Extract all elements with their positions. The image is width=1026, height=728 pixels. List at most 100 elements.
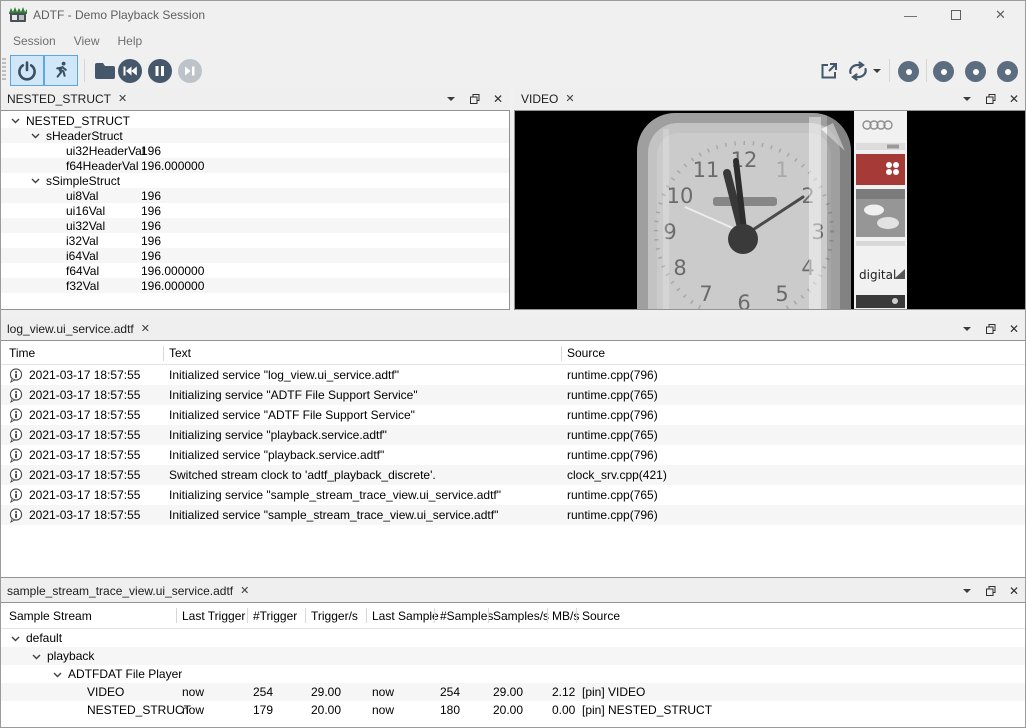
stream-tree-row[interactable]: ADTFDAT File Player [1,665,1025,683]
log-row[interactable]: 2021-03-17 18:57:55 Initialized service … [1,365,1025,385]
open-file-button[interactable] [88,55,122,86]
column-header-time[interactable]: Time [9,346,35,360]
close-button[interactable]: ✕ [978,0,1023,30]
dock-close-button[interactable]: ✕ [1005,88,1023,110]
log-row[interactable]: 2021-03-17 18:57:55 Initializing service… [1,425,1025,445]
marker-button-2[interactable] [933,61,954,82]
tree-row[interactable]: f64Val 196.000000 [1,263,509,278]
tree-row[interactable]: sSimpleStruct [1,173,509,188]
maximize-button[interactable] [933,0,978,30]
dock-float-button[interactable] [982,88,1000,110]
step-forward-button[interactable] [178,59,202,83]
power-toggle-button[interactable] [10,55,44,86]
dock-float-button[interactable] [982,318,1000,340]
tree-row[interactable]: ui32HeaderVal 196 [1,143,509,158]
dock-menu-button[interactable] [958,88,976,110]
log-row[interactable]: 2021-03-17 18:57:55 Initializing service… [1,385,1025,405]
tree-row[interactable]: ui16Val 196 [1,203,509,218]
column-header-last-sample[interactable]: Last Sample [372,609,439,623]
tree-row[interactable]: i64Val 196 [1,248,509,263]
marker-button-1[interactable] [898,61,919,82]
run-session-button[interactable] [44,55,78,86]
log-table-header[interactable]: Time Text Source [1,341,1025,365]
column-separator[interactable] [561,346,562,361]
marker-button-3[interactable] [965,61,986,82]
tab-close-icon[interactable]: ✕ [118,94,127,105]
tree-row[interactable]: i32Val 196 [1,233,509,248]
expand-chevron-icon[interactable] [31,131,40,140]
log-row[interactable]: 2021-03-17 18:57:55 Initialized service … [1,445,1025,465]
marker-button-4[interactable] [997,61,1018,82]
stream-tree-row[interactable]: NESTED_STRUCT now 179 20.00 now 180 20.0… [1,701,1025,719]
column-header-samples[interactable]: #Samples [440,609,493,623]
dock-close-button[interactable]: ✕ [1005,318,1023,340]
column-separator[interactable] [434,608,435,623]
loop-button[interactable] [845,55,871,86]
tree-row[interactable]: NESTED_STRUCT [1,113,509,128]
column-separator[interactable] [176,608,177,623]
tab-log-view[interactable]: log_view.ui_service.adtf ✕ [0,319,157,340]
dock-menu-button[interactable] [958,580,976,602]
column-header-source[interactable]: Source [582,609,620,623]
log-row[interactable]: 2021-03-17 18:57:55 Initializing service… [1,485,1025,505]
expand-chevron-icon[interactable] [31,176,40,185]
tab-close-icon[interactable]: ✕ [240,586,249,597]
menu-view[interactable]: View [65,31,109,51]
log-row[interactable]: 2021-03-17 18:57:55 Initialized service … [1,405,1025,425]
tree-row[interactable]: f64HeaderVal 196.000000 [1,158,509,173]
column-header-source[interactable]: Source [567,346,605,360]
expand-chevron-icon[interactable] [11,116,20,125]
dock-menu-button[interactable] [958,318,976,340]
column-separator[interactable] [247,608,248,623]
tab-nested-struct[interactable]: NESTED_STRUCT ✕ [0,89,134,110]
log-time: 2021-03-17 18:57:55 [29,508,140,522]
column-separator[interactable] [576,608,577,623]
tree-row[interactable]: sHeaderStruct [1,128,509,143]
expand-chevron-icon[interactable] [32,652,41,661]
trace-table-header[interactable]: Sample Stream Last Trigger #Trigger Trig… [1,603,1025,629]
expand-chevron-icon[interactable] [53,670,62,679]
dock-float-button[interactable] [982,580,1000,602]
horizontal-splitter[interactable] [0,310,1026,318]
tree-row[interactable]: ui32Val 196 [1,218,509,233]
dock-close-button[interactable]: ✕ [489,88,507,110]
skip-to-start-button[interactable] [118,59,142,83]
column-header-samples-s[interactable]: Samples/s [493,609,549,623]
loop-dropdown-button[interactable] [870,55,884,86]
column-separator[interactable] [366,608,367,623]
log-row[interactable]: 2021-03-17 18:57:55 Switched stream cloc… [1,465,1025,485]
column-separator[interactable] [163,346,164,361]
column-header-text[interactable]: Text [169,346,191,360]
column-header-trigger-s[interactable]: Trigger/s [311,609,358,623]
column-header-sample-stream[interactable]: Sample Stream [9,609,92,623]
tree-row[interactable]: f32Val 196.000000 [1,278,509,293]
tree-row[interactable]: ui8Val 196 [1,188,509,203]
tab-close-icon[interactable]: ✕ [565,94,574,105]
tree-label: sSimpleStruct [46,174,120,188]
column-separator[interactable] [547,608,548,623]
tab-sample-stream-trace[interactable]: sample_stream_trace_view.ui_service.adtf… [0,581,256,602]
pause-button[interactable] [148,59,172,83]
column-separator[interactable] [305,608,306,623]
stream-tree-row[interactable]: default [1,629,1025,647]
tree-value: 196 [141,144,161,158]
log-row[interactable]: 2021-03-17 18:57:55 Initialized service … [1,505,1025,525]
tab-close-icon[interactable]: ✕ [141,324,150,335]
export-button[interactable] [815,55,843,86]
menu-session[interactable]: Session [4,31,65,51]
tab-video[interactable]: VIDEO ✕ [514,89,582,110]
dock-close-button[interactable]: ✕ [1005,580,1023,602]
column-header-trigger[interactable]: #Trigger [253,609,297,623]
expand-chevron-icon[interactable] [11,634,20,643]
column-header-last-trigger[interactable]: Last Trigger [182,609,245,623]
stream-tree-row[interactable]: playback [1,647,1025,665]
log-time: 2021-03-17 18:57:55 [29,388,140,402]
dock-float-button[interactable] [466,88,484,110]
menu-help[interactable]: Help [109,31,152,51]
toolbar-drag-handle[interactable] [2,58,6,82]
column-separator[interactable] [488,608,489,623]
vertical-splitter[interactable] [510,88,514,310]
stream-tree-row[interactable]: VIDEO now 254 29.00 now 254 29.00 2.12 [… [1,683,1025,701]
dock-menu-button[interactable] [442,88,460,110]
minimize-button[interactable]: — [888,0,933,30]
